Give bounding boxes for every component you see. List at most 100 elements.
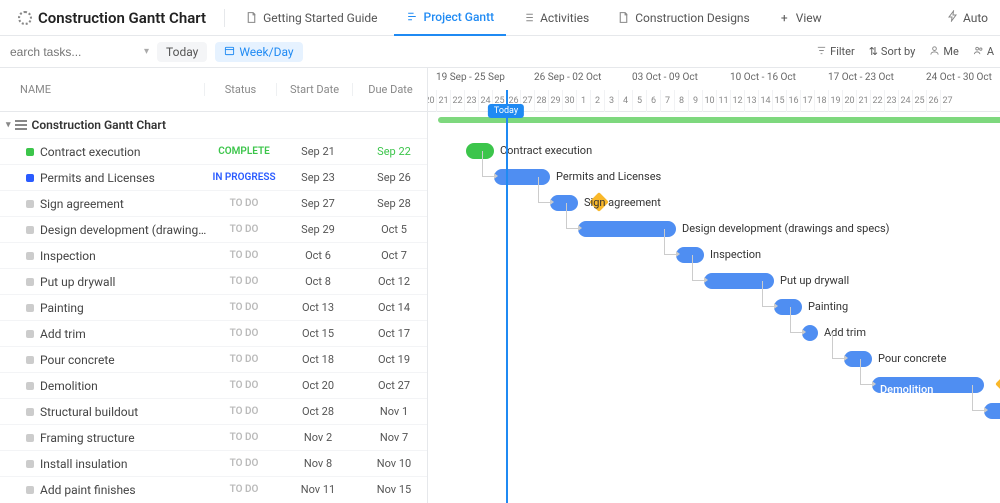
status-cell[interactable]: TO DO — [208, 302, 280, 313]
status-cell[interactable]: TO DO — [208, 276, 280, 287]
task-row[interactable]: Add paint finishesTO DONov 11Nov 15 — [0, 476, 427, 502]
sort-button[interactable]: ⇅ Sort by — [869, 45, 916, 58]
task-row[interactable]: Structural buildoutTO DOOct 28Nov 1 — [0, 398, 427, 424]
status-cell[interactable]: TO DO — [208, 198, 280, 209]
due-date-cell[interactable]: Sep 28 — [356, 197, 432, 210]
task-name-cell[interactable]: Add paint finishes — [0, 483, 208, 497]
start-date-cell[interactable]: Sep 29 — [280, 223, 356, 236]
milestone-icon[interactable] — [995, 374, 1000, 394]
task-row[interactable]: InspectionTO DOOct 6Oct 7 — [0, 242, 427, 268]
start-date-cell[interactable]: Oct 28 — [280, 405, 356, 418]
status-cell[interactable]: IN PROGRESS — [208, 172, 280, 183]
start-date-cell[interactable]: Sep 23 — [280, 171, 356, 184]
task-name-cell[interactable]: Contract execution — [0, 145, 208, 159]
due-date-cell[interactable]: Sep 26 — [356, 171, 432, 184]
task-name-cell[interactable]: Structural buildout — [0, 405, 208, 419]
due-date-cell[interactable]: Nov 10 — [356, 457, 432, 470]
gantt-bar[interactable] — [578, 221, 676, 237]
task-name-cell[interactable]: Permits and Licenses — [0, 171, 208, 185]
tab-project-gantt[interactable]: Project Gantt — [394, 0, 507, 36]
group-header-row[interactable]: ▾ Construction Gantt Chart — [0, 112, 427, 138]
tab-getting-started-guide[interactable]: Getting Started Guide — [233, 0, 389, 36]
gantt-bar[interactable]: Demolition — [872, 377, 984, 393]
status-cell[interactable]: TO DO — [208, 484, 280, 495]
status-cell[interactable]: TO DO — [208, 458, 280, 469]
tab-activities[interactable]: Activities — [510, 0, 601, 36]
task-row[interactable]: Design development (drawings an...TO DOS… — [0, 216, 427, 242]
column-name[interactable]: NAME — [0, 83, 204, 96]
task-row[interactable]: Framing structureTO DONov 2Nov 7 — [0, 424, 427, 450]
task-row[interactable]: Install insulationTO DONov 8Nov 10 — [0, 450, 427, 476]
start-date-cell[interactable]: Oct 6 — [280, 249, 356, 262]
start-date-cell[interactable]: Nov 11 — [280, 483, 356, 496]
me-filter[interactable]: Me — [929, 45, 958, 59]
collapse-icon[interactable]: ▾ — [6, 120, 11, 130]
status-cell[interactable]: TO DO — [208, 380, 280, 391]
gantt-pane[interactable]: + 19 Sep - 25 Sep26 Sep - 02 Oct03 Oct -… — [428, 68, 1000, 503]
task-name-cell[interactable]: Painting — [0, 301, 208, 315]
status-cell[interactable]: TO DO — [208, 224, 280, 235]
app-title-text: Construction Gantt Chart — [38, 9, 206, 27]
chevron-down-icon[interactable]: ▾ — [144, 46, 149, 57]
column-start-date[interactable]: Start Date — [276, 83, 352, 96]
start-date-cell[interactable]: Oct 15 — [280, 327, 356, 340]
start-date-cell[interactable]: Oct 20 — [280, 379, 356, 392]
due-date-cell[interactable]: Nov 7 — [356, 431, 432, 444]
task-name-cell[interactable]: Put up drywall — [0, 275, 208, 289]
start-date-cell[interactable]: Nov 2 — [280, 431, 356, 444]
due-date-cell[interactable]: Oct 7 — [356, 249, 432, 262]
due-date-cell[interactable]: Oct 14 — [356, 301, 432, 314]
day-label: 23 — [464, 90, 478, 112]
start-date-cell[interactable]: Sep 21 — [280, 145, 356, 158]
status-cell[interactable]: TO DO — [208, 432, 280, 443]
due-date-cell[interactable]: Nov 15 — [356, 483, 432, 496]
status-cell[interactable]: TO DO — [208, 328, 280, 339]
start-date-cell[interactable]: Nov 8 — [280, 457, 356, 470]
task-row[interactable]: Permits and LicensesIN PROGRESSSep 23Sep… — [0, 164, 427, 190]
task-name-cell[interactable]: Pour concrete — [0, 353, 208, 367]
tab-view[interactable]: +View — [766, 0, 834, 36]
today-button[interactable]: Today — [157, 42, 207, 62]
search-input[interactable] — [6, 41, 136, 63]
timeline-body[interactable]: Today Contract executionPermits and Lice… — [428, 112, 1000, 503]
task-name-cell[interactable]: Inspection — [0, 249, 208, 263]
start-date-cell[interactable]: Oct 8 — [280, 275, 356, 288]
task-row[interactable]: Pour concreteTO DOOct 18Oct 19 — [0, 346, 427, 372]
task-row[interactable]: Contract executionCOMPLETESep 21Sep 22 — [0, 138, 427, 164]
due-date-cell[interactable]: Oct 17 — [356, 327, 432, 340]
start-date-cell[interactable]: Oct 13 — [280, 301, 356, 314]
status-cell[interactable]: TO DO — [208, 406, 280, 417]
start-date-cell[interactable]: Sep 27 — [280, 197, 356, 210]
task-row[interactable]: DemolitionTO DOOct 20Oct 27 — [0, 372, 427, 398]
due-date-cell[interactable]: Oct 27 — [356, 379, 432, 392]
task-name-cell[interactable]: Demolition — [0, 379, 208, 393]
due-date-cell[interactable]: Nov 1 — [356, 405, 432, 418]
task-name-cell[interactable]: Sign agreement — [0, 197, 208, 211]
task-name-cell[interactable]: Framing structure — [0, 431, 208, 445]
due-date-cell[interactable]: Oct 19 — [356, 353, 432, 366]
assignees-button[interactable]: A — [973, 45, 994, 59]
task-row[interactable]: PaintingTO DOOct 13Oct 14 — [0, 294, 427, 320]
task-name-cell[interactable]: Design development (drawings an... — [0, 223, 208, 237]
weekday-toggle[interactable]: Week/Day — [215, 42, 302, 62]
due-date-cell[interactable]: Oct 5 — [356, 223, 432, 236]
group-summary-bar[interactable] — [438, 117, 1000, 123]
filter-button[interactable]: Filter — [816, 45, 855, 59]
week-label: 26 Sep - 02 Oct — [534, 72, 601, 83]
status-cell[interactable]: TO DO — [208, 354, 280, 365]
task-row[interactable]: Put up drywallTO DOOct 8Oct 12 — [0, 268, 427, 294]
task-row[interactable]: Sign agreementTO DOSep 27Sep 28 — [0, 190, 427, 216]
column-status[interactable]: Status — [204, 83, 276, 96]
task-row[interactable]: Add trimTO DOOct 15Oct 17 — [0, 320, 427, 346]
task-name: Permits and Licenses — [40, 171, 155, 185]
tab-construction-designs[interactable]: Construction Designs — [605, 0, 762, 36]
due-date-cell[interactable]: Sep 22 — [356, 145, 432, 158]
task-name-cell[interactable]: Install insulation — [0, 457, 208, 471]
status-cell[interactable]: TO DO — [208, 250, 280, 261]
start-date-cell[interactable]: Oct 18 — [280, 353, 356, 366]
column-due-date[interactable]: Due Date — [352, 83, 428, 96]
due-date-cell[interactable]: Oct 12 — [356, 275, 432, 288]
task-name-cell[interactable]: Add trim — [0, 327, 208, 341]
automation-button[interactable]: Auto — [943, 10, 992, 25]
status-cell[interactable]: COMPLETE — [208, 146, 280, 157]
